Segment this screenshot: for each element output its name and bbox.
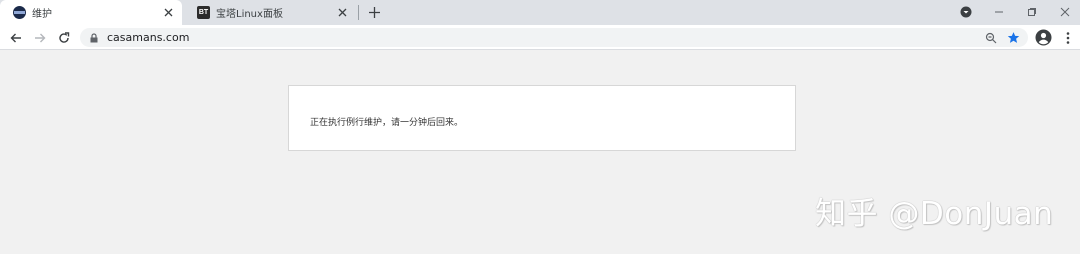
reload-icon <box>58 31 69 43</box>
close-icon[interactable] <box>334 5 350 21</box>
globe-icon <box>13 6 26 19</box>
new-tab-button[interactable] <box>366 4 382 20</box>
minimize-button[interactable] <box>989 3 1009 21</box>
zoom-button[interactable] <box>982 29 999 46</box>
close-icon[interactable] <box>160 5 176 21</box>
reload-button[interactable] <box>55 29 72 46</box>
tab-active[interactable]: 维护 <box>0 0 182 25</box>
maintenance-message: 正在执行例行维护，请一分钟后回来。 <box>310 118 464 128</box>
tab-title: 宝塔Linux面板 <box>216 9 283 20</box>
minimize-icon <box>995 11 1003 13</box>
restore-button[interactable] <box>1022 3 1042 21</box>
close-window-button[interactable] <box>1055 3 1075 21</box>
tab-title: 维护 <box>32 9 52 20</box>
lock-icon <box>90 32 98 42</box>
close-icon <box>1060 7 1070 17</box>
restore-icon <box>1028 8 1036 16</box>
back-button[interactable] <box>7 29 24 46</box>
profile-button[interactable] <box>1035 29 1052 46</box>
more-vertical-icon <box>1066 31 1069 44</box>
menu-button[interactable] <box>1059 29 1076 46</box>
chevron-down-icon <box>960 6 972 18</box>
address-bar[interactable]: casamans.com <box>80 28 1028 47</box>
browser-toolbar: casamans.com <box>0 25 1080 50</box>
plus-icon <box>368 6 380 18</box>
star-icon <box>1007 32 1020 43</box>
watermark-text: 知乎 @DonJuan <box>815 196 1054 232</box>
bookmark-button[interactable] <box>1005 29 1022 46</box>
url-text: casamans.com <box>107 31 190 44</box>
zoom-icon <box>985 32 996 43</box>
forward-button[interactable] <box>31 29 48 46</box>
maintenance-card: 正在执行例行维护，请一分钟后回来。 <box>288 85 796 151</box>
tab-strip: 维护 BT 宝塔Linux面板 <box>0 0 1080 25</box>
profile-dropdown-button[interactable] <box>956 3 976 21</box>
bt-logo-icon: BT <box>197 6 210 19</box>
tab-bt-panel[interactable]: BT 宝塔Linux面板 <box>184 0 356 25</box>
tab-separator <box>358 5 359 20</box>
account-icon <box>1035 29 1052 46</box>
arrow-left-icon <box>10 33 21 42</box>
arrow-right-icon <box>34 33 45 42</box>
